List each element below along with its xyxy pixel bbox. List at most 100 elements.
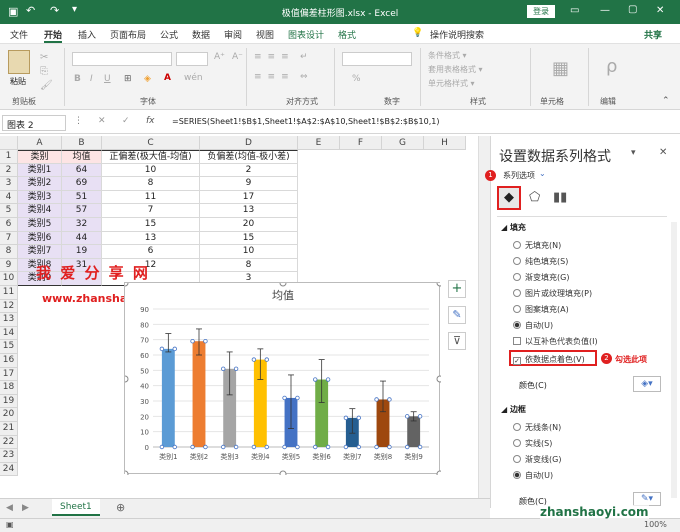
scroll-left-icon[interactable]: ◀ xyxy=(6,503,13,513)
table-cell[interactable]: 64 xyxy=(62,163,102,178)
table-cell[interactable]: 2 xyxy=(200,163,298,178)
sheet-tab-sheet1[interactable]: Sheet1 xyxy=(52,499,100,516)
name-box[interactable]: 图表 2 xyxy=(2,115,66,131)
table-cell[interactable]: 均值 xyxy=(62,150,102,164)
column-header[interactable]: H xyxy=(424,136,466,150)
row-header[interactable]: 6 xyxy=(0,218,18,232)
paste-icon[interactable] xyxy=(8,50,30,74)
paste-label[interactable]: 粘贴 xyxy=(10,76,26,87)
grow-font-icon[interactable]: A⁺ xyxy=(214,52,225,62)
chevron-down-icon[interactable]: ⌄ xyxy=(539,169,546,178)
table-cell[interactable]: 13 xyxy=(102,231,200,246)
fill-option[interactable]: 自动(U) xyxy=(513,320,553,331)
row-header[interactable]: 11 xyxy=(0,286,18,300)
tab-format[interactable]: 格式 xyxy=(338,28,356,41)
restore-button[interactable]: ▢ xyxy=(628,4,637,15)
minimize-button[interactable]: — xyxy=(600,5,610,16)
select-all-corner[interactable] xyxy=(0,136,18,150)
row-header[interactable]: 14 xyxy=(0,326,18,341)
accessibility-icon[interactable]: ▣ xyxy=(6,520,14,529)
row-header[interactable]: 12 xyxy=(0,299,18,314)
table-cell[interactable]: 15 xyxy=(102,218,200,232)
border-option[interactable]: 自动(U) xyxy=(513,470,553,481)
row-header[interactable]: 24 xyxy=(0,462,18,477)
shrink-font-icon[interactable]: A⁻ xyxy=(232,52,243,62)
fill-option[interactable]: 渐变填充(G) xyxy=(513,272,569,283)
column-chart[interactable]: 均值 0 10 20 30 40 50 60 70 80 90 类别1 类别2 类别3 类别4 类别5 类别6 类… xyxy=(121,279,444,478)
series-options-dropdown[interactable]: 系列选项 xyxy=(503,170,535,181)
underline-icon[interactable]: U xyxy=(104,74,111,84)
align-left-icons[interactable]: ≡≡≡ xyxy=(254,72,295,82)
close-button[interactable]: ✕ xyxy=(656,5,664,16)
table-cell[interactable]: 7 xyxy=(102,204,200,218)
collapse-ribbon-icon[interactable]: ⌃ xyxy=(662,96,670,106)
table-cell[interactable]: 17 xyxy=(200,190,298,205)
pane-close-button[interactable]: ✕ xyxy=(659,147,667,158)
format-painter-icon[interactable]: 🖌 xyxy=(40,80,53,91)
row-header[interactable]: 9 xyxy=(0,258,18,273)
fill-option[interactable]: 图案填充(A) xyxy=(513,304,569,315)
row-header[interactable]: 22 xyxy=(0,435,18,450)
table-cell[interactable]: 20 xyxy=(200,218,298,232)
table-cell[interactable]: 19 xyxy=(62,245,102,259)
table-cell[interactable]: 类别 xyxy=(18,150,62,164)
invert-negative-checkbox[interactable]: 以互补色代表负值(I) xyxy=(513,336,598,347)
column-header[interactable]: D xyxy=(200,136,298,150)
table-cell[interactable]: 6 xyxy=(102,245,200,259)
font-name-select[interactable] xyxy=(72,52,172,66)
pane-scrollbar[interactable] xyxy=(671,222,677,498)
table-cell[interactable]: 8 xyxy=(102,177,200,191)
fill-section-header[interactable]: ◢ 填充 xyxy=(501,222,526,233)
row-header[interactable]: 18 xyxy=(0,381,18,395)
borders-icon[interactable]: ⊞ xyxy=(124,74,132,84)
align-top-icons[interactable]: ≡≡≡ xyxy=(254,52,295,62)
column-header[interactable]: A xyxy=(18,136,62,150)
row-header[interactable]: 15 xyxy=(0,340,18,354)
tab-formulas[interactable]: 公式 xyxy=(160,28,178,41)
table-cell[interactable]: 9 xyxy=(200,177,298,191)
fx-icon[interactable]: fx xyxy=(146,116,155,126)
row-header[interactable]: 3 xyxy=(0,177,18,191)
table-cell[interactable]: 类别6 xyxy=(18,231,62,246)
add-sheet-icon[interactable]: ⊕ xyxy=(116,501,125,514)
table-cell[interactable]: 负偏差(均值-极小差) xyxy=(200,150,298,164)
row-header[interactable]: 1 xyxy=(0,150,18,164)
fill-color-icon[interactable]: ◈ xyxy=(144,74,151,84)
column-header[interactable]: G xyxy=(382,136,424,150)
tab-data[interactable]: 数据 xyxy=(192,28,210,41)
wrap-text-icon[interactable]: ↵ xyxy=(300,52,308,62)
row-header[interactable]: 8 xyxy=(0,245,18,259)
tab-home[interactable]: 开始 xyxy=(44,28,63,43)
tab-insert[interactable]: 插入 xyxy=(78,28,96,41)
fill-color-picker[interactable]: ◈▾ xyxy=(633,376,661,392)
row-header[interactable]: 20 xyxy=(0,408,18,422)
row-header[interactable]: 21 xyxy=(0,422,18,436)
bold-icon[interactable]: B xyxy=(74,74,81,84)
vary-colors-checkbox[interactable]: ✓ 依数据点着色(V) xyxy=(513,354,585,365)
row-header[interactable]: 2 xyxy=(0,163,18,178)
table-cell[interactable]: 类别4 xyxy=(18,204,62,218)
row-header[interactable]: 23 xyxy=(0,449,18,463)
border-option[interactable]: 渐变线(G) xyxy=(513,454,561,465)
series-options-icon[interactable]: ▮▮ xyxy=(553,190,567,205)
tab-chart-design[interactable]: 图表设计 xyxy=(288,28,324,41)
fill-option[interactable]: 纯色填充(S) xyxy=(513,256,568,267)
cut-icon[interactable]: ✂ xyxy=(40,52,48,63)
row-header[interactable]: 5 xyxy=(0,204,18,218)
border-option[interactable]: 实线(S) xyxy=(513,438,552,449)
row-header[interactable]: 10 xyxy=(0,272,18,286)
copy-icon[interactable]: ⎘ xyxy=(40,66,48,77)
format-as-table-button[interactable]: 套用表格格式 ▾ xyxy=(428,64,483,75)
row-header[interactable]: 4 xyxy=(0,190,18,205)
table-cell[interactable]: 57 xyxy=(62,204,102,218)
chart-area[interactable]: 均值 0 10 20 30 40 50 60 70 80 90 类别1 类别2 类别3 类别4 类别5 类别6 类… xyxy=(121,279,444,478)
table-cell[interactable]: 8 xyxy=(200,258,298,273)
table-cell[interactable]: 15 xyxy=(200,231,298,246)
column-header[interactable]: C xyxy=(102,136,200,150)
table-cell[interactable]: 类别3 xyxy=(18,190,62,205)
share-button[interactable]: 共享 xyxy=(644,28,662,41)
fill-line-icon[interactable]: ◆ xyxy=(497,186,521,210)
chart-bar[interactable] xyxy=(192,341,206,447)
cells-icon[interactable]: ▦ xyxy=(552,58,569,79)
chart-elements-button[interactable]: + xyxy=(448,280,466,298)
